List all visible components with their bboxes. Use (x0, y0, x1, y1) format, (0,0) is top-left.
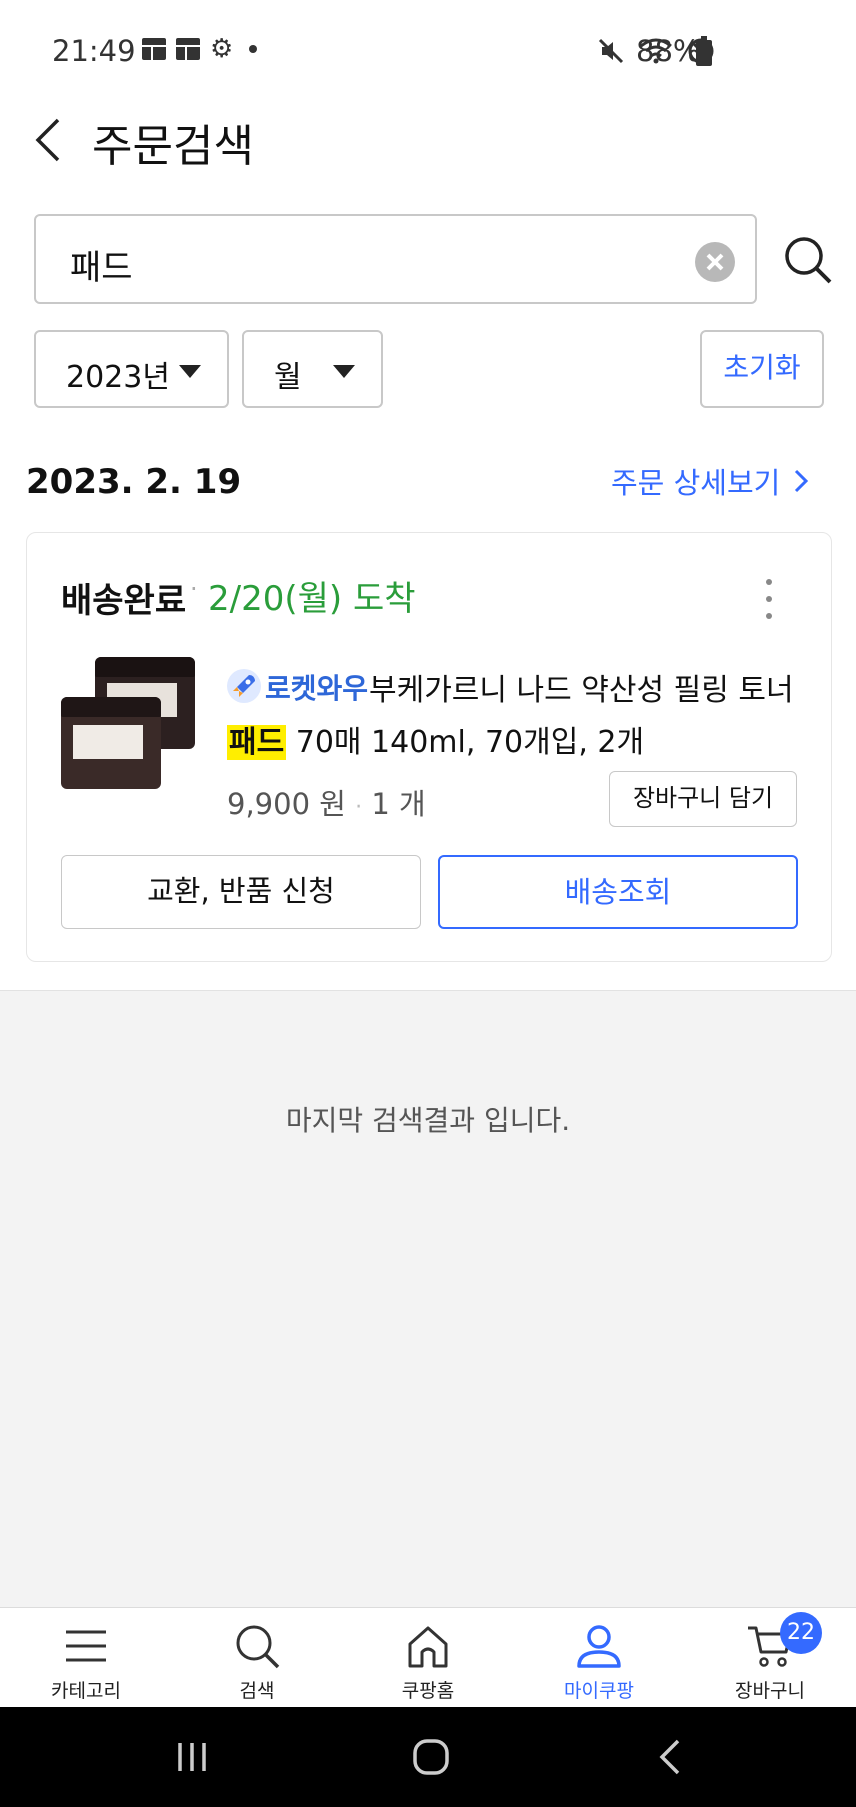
chevron-left-icon (35, 118, 60, 162)
exchange-return-button[interactable]: 교환, 반품 신청 (61, 855, 421, 929)
track-delivery-button[interactable]: 배송조회 (438, 855, 798, 929)
search-icon (785, 237, 832, 284)
price-separator: · (355, 795, 363, 820)
search-icon (236, 1625, 280, 1669)
status-bar: 21:49 ⚙ 88% (0, 0, 856, 100)
nav-item-my-coupang[interactable]: 마이쿠팡 (529, 1608, 669, 1708)
product-quantity: 1 개 (371, 787, 426, 821)
product-image[interactable] (59, 657, 199, 797)
chevron-right-icon (795, 469, 809, 493)
search-button[interactable] (780, 232, 836, 288)
product-jar-front (61, 697, 161, 789)
add-to-cart-button[interactable]: 장바구니 담기 (609, 771, 797, 827)
search-input[interactable]: 패드 (34, 214, 757, 304)
month-select[interactable]: 월 (242, 330, 383, 408)
settings-icon: ⚙ (210, 34, 234, 64)
price-quantity: 9,900 원 · 1 개 (227, 781, 426, 823)
system-back-icon[interactable] (642, 1735, 702, 1779)
person-icon (577, 1625, 621, 1668)
reset-button[interactable]: 초기화 (700, 330, 824, 408)
rocket-icon (227, 669, 261, 703)
more-dot (766, 596, 772, 602)
nav-label-my-coupang: 마이쿠팡 (564, 1680, 634, 1702)
status-separator: · (190, 575, 198, 603)
product-name-rest: 70매 140ml, 70개입, 2개 (286, 725, 645, 760)
nav-label-home: 쿠팡홈 (401, 1680, 455, 1702)
delivery-status: 배송완료 (61, 581, 187, 621)
product-name[interactable]: 부케가르니 나드 약산성 필링 토너 (369, 665, 794, 709)
product-price: 9,900 원 (227, 787, 346, 821)
clear-search-button[interactable] (695, 242, 735, 282)
cart-count-badge: 22 (780, 1612, 822, 1654)
mute-icon (598, 38, 624, 64)
year-select[interactable]: 2023년 (34, 330, 229, 408)
close-icon (706, 253, 724, 271)
nav-label-category: 카테고리 (51, 1680, 121, 1702)
end-of-results-message: 마지막 검색결과 입니다. (285, 1104, 571, 1137)
home-icon (408, 1626, 448, 1668)
header: 주문검색 (0, 100, 856, 180)
results-end-area: 마지막 검색결과 입니다. (0, 990, 856, 1607)
rocket-wow-badge: 로켓와우 (265, 672, 369, 705)
notification-icon (142, 38, 166, 60)
order-card: 배송완료 · 2/20(월) 도착 로켓와우 부케가르니 나드 약산성 필링 토… (26, 532, 832, 962)
nav-label-search: 검색 (239, 1680, 275, 1702)
order-detail-link[interactable]: 주문 상세보기 (611, 460, 810, 502)
status-notifications: ⚙ (142, 34, 258, 64)
back-button[interactable] (30, 112, 80, 168)
notification-icon (176, 38, 200, 60)
page-title: 주문검색 (92, 121, 254, 172)
product-name-continued[interactable]: 패드 70매 140ml, 70개입, 2개 (227, 717, 644, 761)
recent-apps-icon[interactable] (162, 1735, 222, 1779)
more-dot (766, 613, 772, 619)
bottom-nav: 카테고리 검색 쿠팡홈 마이쿠팡 장바구니 (0, 1607, 856, 1707)
system-nav-bar (0, 1707, 856, 1807)
home-button-icon[interactable] (401, 1735, 461, 1779)
month-select-value: 월 (274, 360, 302, 395)
arrival-date: 2/20(월) 도착 (208, 579, 416, 619)
more-options-button[interactable] (763, 579, 775, 619)
nav-item-category[interactable]: 카테고리 (16, 1608, 156, 1708)
year-select-value: 2023년 (66, 360, 170, 395)
battery-percent: 88% (636, 34, 701, 68)
menu-icon (66, 1630, 106, 1662)
dot-icon (249, 45, 258, 53)
more-dot (766, 579, 772, 585)
search-highlight: 패드 (227, 725, 287, 760)
order-detail-label: 주문 상세보기 (611, 466, 781, 500)
caret-down-icon (333, 365, 355, 378)
nav-item-search[interactable]: 검색 (187, 1608, 327, 1708)
nav-label-cart: 장바구니 (735, 1680, 805, 1702)
battery-icon (696, 36, 712, 66)
order-date: 2023. 2. 19 (26, 462, 242, 502)
search-input-value: 패드 (70, 248, 133, 288)
caret-down-icon (179, 365, 201, 378)
status-time: 21:49 (52, 34, 136, 68)
nav-item-home[interactable]: 쿠팡홈 (358, 1608, 498, 1708)
